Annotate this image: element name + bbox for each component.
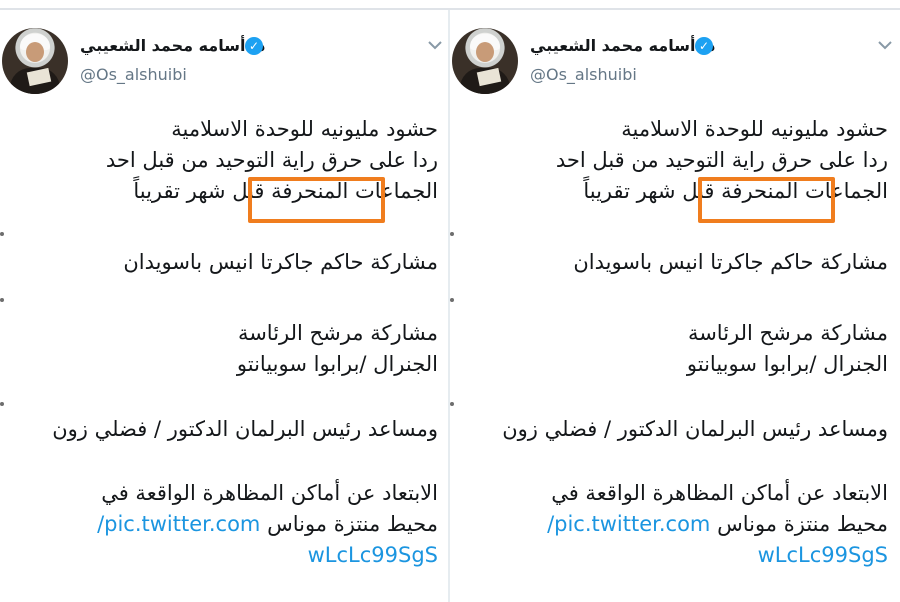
tweet-line-text: محيط منتزة موناس (267, 512, 438, 536)
avatar[interactable] (452, 28, 518, 94)
dot-marker (450, 298, 454, 302)
tweet-line: مشاركة حاكم جاكرتا انيس باسويدان (123, 250, 438, 274)
tweet-line: الجماعات المنحرفة قبل شهر تقريباً (583, 179, 888, 203)
tweet-line: محيط منتزة موناس pic.twitter.com/ (458, 509, 888, 540)
dot-marker (450, 232, 454, 236)
author-handle[interactable]: @Os_alshuibi (530, 65, 637, 84)
tweet-line: حشود مليونيه للوحدة الاسلامية (171, 117, 438, 141)
tweet-line: الجنرال /برابوا سوبيانتو (686, 352, 888, 376)
tweet-text: حشود مليونيه للوحدة الاسلامية ردا على حر… (458, 114, 888, 571)
verified-badge-icon: ✓ (245, 37, 263, 55)
tweet-line: الجماعات المنحرفة قبل شهر تقريباً (133, 179, 438, 203)
tweet-line: الابتعاد عن أماكن المظاهرة الواقعة في (551, 481, 888, 505)
tweet-line: الابتعاد عن أماكن المظاهرة الواقعة في (101, 481, 438, 505)
tweet-link[interactable]: wLcLc99SgS (458, 540, 888, 571)
tweet-line: مشاركة مرشح الرئاسة (687, 321, 888, 345)
tweet-line: مشاركة حاكم جاكرتا انيس باسويدان (573, 250, 888, 274)
tweet-card-left: د. أسامه محمد الشعيبي ✓ @Os_alshuibi حشو… (0, 10, 450, 602)
tweet-card-right: د. أسامه محمد الشعيبي ✓ @Os_alshuibi حشو… (450, 10, 900, 602)
tweet-line: ومساعد رئيس البرلمان الدكتور / فضلي زون (52, 417, 438, 441)
author-name[interactable]: د. أسامه محمد الشعيبي (530, 36, 715, 55)
tweet-text: حشود مليونيه للوحدة الاسلامية ردا على حر… (8, 114, 438, 571)
tweet-line: ومساعد رئيس البرلمان الدكتور / فضلي زون (502, 417, 888, 441)
dot-marker (0, 232, 4, 236)
author-name[interactable]: د. أسامه محمد الشعيبي (80, 36, 265, 55)
avatar[interactable] (2, 28, 68, 94)
tweet-link[interactable]: pic.twitter.com/ (97, 512, 260, 536)
verified-badge-icon: ✓ (695, 37, 713, 55)
chevron-down-icon[interactable] (426, 36, 444, 54)
tweet-line-text: محيط منتزة موناس (717, 512, 888, 536)
chevron-down-icon[interactable] (876, 36, 894, 54)
tweet-link[interactable]: wLcLc99SgS (8, 540, 438, 571)
tweet-link[interactable]: pic.twitter.com/ (547, 512, 710, 536)
tweet-line: محيط منتزة موناس pic.twitter.com/ (8, 509, 438, 540)
tweet-line: ردا على حرق راية التوحيد من قبل احد (555, 148, 888, 172)
tweet-line: ردا على حرق راية التوحيد من قبل احد (105, 148, 438, 172)
tweet-line: الجنرال /برابوا سوبيانتو (236, 352, 438, 376)
dot-marker (450, 402, 454, 406)
tweet-line: مشاركة مرشح الرئاسة (237, 321, 438, 345)
dot-marker (0, 298, 4, 302)
dot-marker (0, 402, 4, 406)
author-handle[interactable]: @Os_alshuibi (80, 65, 187, 84)
tweet-line: حشود مليونيه للوحدة الاسلامية (621, 117, 888, 141)
